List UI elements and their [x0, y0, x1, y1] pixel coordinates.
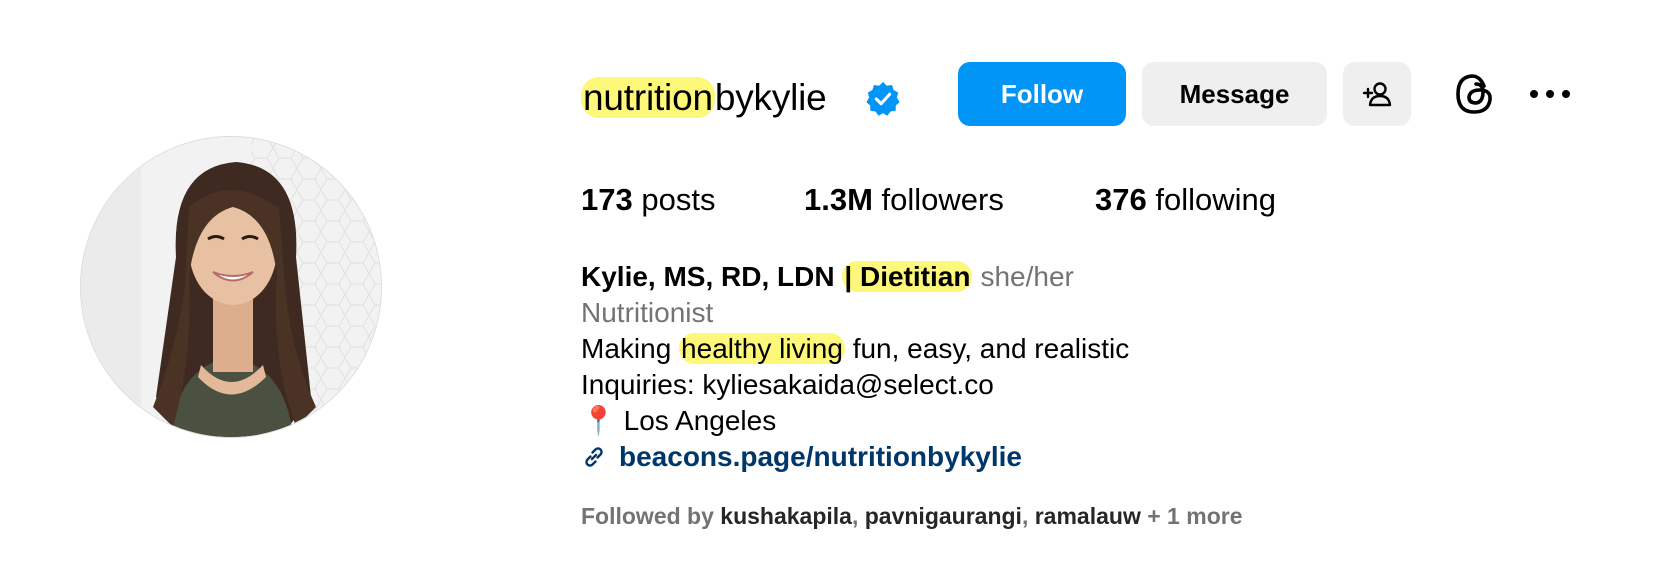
link-text[interactable]: beacons.page/nutritionbykylie — [619, 441, 1022, 472]
threads-icon[interactable] — [1450, 70, 1498, 118]
add-person-icon — [1362, 82, 1392, 107]
bio-link[interactable]: beacons.page/nutritionbykylie — [581, 439, 1022, 475]
following-stat[interactable]: 376 following — [1095, 180, 1276, 220]
more-options-icon[interactable] — [1527, 82, 1573, 106]
location-text: Los Angeles — [623, 405, 777, 436]
following-count: 376 — [1095, 182, 1147, 217]
bio-pronouns: she/her — [980, 261, 1074, 292]
following-label: following — [1155, 182, 1276, 217]
username-highlight: nutrition — [581, 77, 715, 118]
avatar-image — [81, 137, 381, 437]
followed-by-user[interactable]: kushakapila — [720, 503, 852, 529]
message-button[interactable]: Message — [1142, 62, 1327, 126]
posts-label: posts — [641, 182, 716, 217]
profile-avatar[interactable] — [80, 136, 382, 438]
posts-count: 173 — [581, 182, 633, 217]
username: nutritionbykylie — [581, 76, 827, 120]
followed-by[interactable]: Followed by kushakapila, pavnigaurangi, … — [581, 501, 1242, 531]
bio-description: Making healthy living fun, easy, and rea… — [581, 331, 1129, 367]
bio-highlight: healthy living — [679, 333, 845, 364]
followed-by-prefix: Followed by — [581, 503, 714, 529]
followed-by-more[interactable]: + 1 more — [1147, 503, 1242, 529]
posts-stat: 173 posts — [581, 180, 715, 220]
username-rest: bykylie — [714, 77, 827, 118]
bio-text: Making — [581, 333, 672, 364]
bio-inquiries: Inquiries: kyliesakaida@select.co — [581, 369, 994, 400]
bio-name-text: Kylie, MS, RD, LDN — [581, 261, 835, 292]
verified-badge-icon — [866, 81, 900, 116]
location-pin-icon: 📍 — [581, 405, 616, 436]
bio-category: Nutritionist — [581, 297, 714, 328]
followers-stat[interactable]: 1.3M followers — [804, 180, 1004, 220]
followed-by-user[interactable]: ramalauw — [1035, 503, 1141, 529]
bio-full-name: Kylie, MS, RD, LDN | Dietitian she/her — [581, 259, 1074, 295]
followed-by-user[interactable]: pavnigaurangi — [865, 503, 1022, 529]
followers-count: 1.3M — [804, 182, 873, 217]
bio-name-highlight: | Dietitian — [842, 261, 973, 292]
suggest-similar-button[interactable] — [1343, 62, 1411, 126]
bio-text: fun, easy, and realistic — [852, 333, 1130, 364]
followers-label: followers — [881, 182, 1004, 217]
bio-location: 📍 Los Angeles — [581, 403, 776, 439]
follow-button[interactable]: Follow — [958, 62, 1126, 126]
link-icon — [585, 447, 603, 467]
